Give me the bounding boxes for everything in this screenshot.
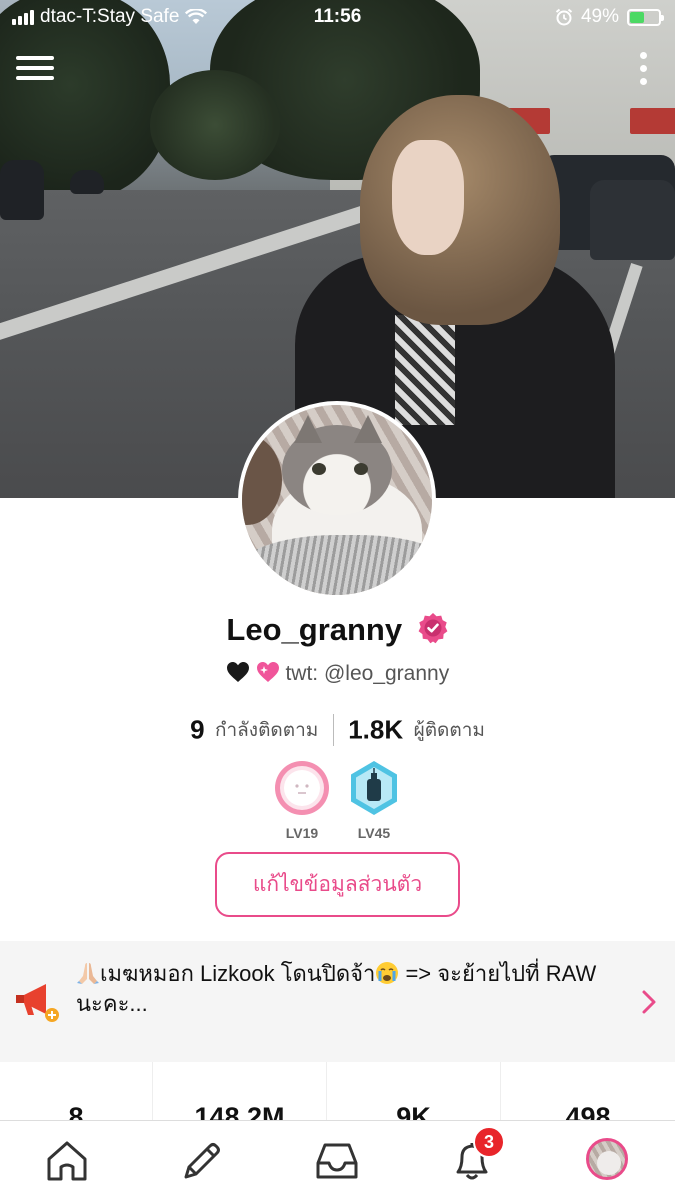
announcement-banner[interactable]: เมฆหมอก Lizkook โดนปิดจ้า => จะย้ายไปที่… (0, 941, 675, 1062)
inbox-icon[interactable] (315, 1139, 359, 1183)
level-label: LV19 (285, 825, 319, 841)
bottom-nav (0, 1120, 675, 1200)
pencil-icon[interactable] (180, 1139, 224, 1183)
profile-counts: 8 148.2M 9K 498 (0, 1062, 675, 1120)
more-icon[interactable] (637, 50, 651, 88)
announcement-text-1: เมฆหมอก Lizkook โดนปิดจ้า (100, 961, 376, 986)
level-badge-reader[interactable]: LV45 (344, 760, 404, 841)
followers-count[interactable]: 1.8K (348, 715, 403, 745)
following-count[interactable]: 9 (190, 715, 204, 745)
status-bar: dtac-T:Stay Safe 11:56 49% (0, 0, 675, 36)
crying-face-icon (376, 962, 399, 984)
battery-icon (627, 8, 664, 26)
chevron-right-icon (642, 990, 656, 1014)
alarm-icon (555, 8, 573, 26)
count-cell: 498 (565, 1102, 611, 1120)
username: Leo_granny (226, 612, 403, 647)
profile-tab-avatar[interactable] (586, 1138, 628, 1180)
stats-divider (332, 714, 334, 746)
battery-percent: 49% (580, 6, 619, 27)
reader-level-icon (275, 761, 329, 815)
count-cell: 9K (396, 1102, 431, 1120)
profile-avatar[interactable] (238, 401, 436, 599)
level-label: LV45 (357, 825, 391, 841)
count-cell: 8 (68, 1102, 84, 1120)
megaphone-icon (16, 984, 59, 1022)
following-label[interactable]: กำลังติดตาม (215, 720, 318, 741)
black-heart-icon (226, 662, 249, 683)
follow-stats: 9 กำลังติดตาม 1.8K ผู้ติดตาม (0, 714, 675, 746)
followers-label[interactable]: ผู้ติดตาม (414, 720, 485, 741)
bio-text: twt: @leo_granny (285, 662, 450, 685)
verified-icon (418, 613, 447, 644)
bio: twt: @leo_granny (0, 662, 675, 686)
count-cell: 148.2M (194, 1102, 285, 1120)
sparkling-heart-icon (256, 662, 279, 683)
home-icon[interactable] (45, 1139, 89, 1183)
notification-badge: 3 (473, 1126, 505, 1158)
menu-icon[interactable] (16, 52, 56, 84)
bottle-level-icon (351, 761, 397, 815)
folded-hands-icon (77, 963, 99, 984)
level-badge-writer[interactable]: LV19 (272, 760, 332, 841)
edit-profile-button[interactable]: แก้ไขข้อมูลส่วนตัว (215, 852, 460, 917)
